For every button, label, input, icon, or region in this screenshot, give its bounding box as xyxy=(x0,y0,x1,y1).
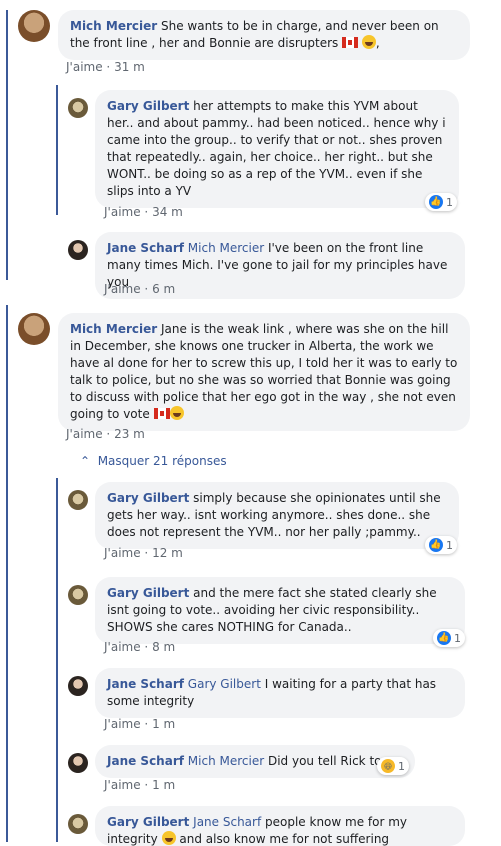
author-name[interactable]: Mich Mercier xyxy=(70,322,157,336)
reply-line xyxy=(56,85,58,215)
timestamp[interactable]: 1 m xyxy=(152,778,175,792)
comment-meta: J'aime · 31 m xyxy=(66,60,145,74)
like-button[interactable]: J'aime xyxy=(104,282,141,296)
comment-bubble: Jane Scharf Mich Mercier Did you tell Ri… xyxy=(95,745,415,778)
comment-meta: J'aime · 8 m xyxy=(104,640,176,654)
laugh-reaction-icon: 😆 xyxy=(381,759,395,773)
author-name[interactable]: Jane Scharf xyxy=(107,241,184,255)
like-button[interactable]: J'aime xyxy=(104,640,141,654)
comment-meta: J'aime · 12 m xyxy=(104,546,183,560)
like-button[interactable]: J'aime xyxy=(66,60,103,74)
reaction-count[interactable]: 😆 1 xyxy=(377,757,409,775)
comment-meta: J'aime · 1 m xyxy=(104,717,176,731)
author-name[interactable]: Gary Gilbert xyxy=(107,586,189,600)
avatar[interactable] xyxy=(68,753,88,773)
comment-text: Did you tell Rick to. xyxy=(264,754,386,768)
like-button[interactable]: J'aime xyxy=(66,427,103,441)
avatar[interactable] xyxy=(18,10,50,42)
like-button[interactable]: J'aime xyxy=(104,546,141,560)
avatar[interactable] xyxy=(68,814,88,834)
author-name[interactable]: Jane Scharf xyxy=(107,754,184,768)
like-button[interactable]: J'aime xyxy=(104,717,141,731)
comment-meta: J'aime · 1 m xyxy=(104,778,176,792)
comment-meta: J'aime · 23 m xyxy=(66,427,145,441)
thread-line xyxy=(6,305,8,842)
chevron-up-icon: ⌃ xyxy=(80,454,91,468)
avatar[interactable] xyxy=(68,490,88,510)
comment-text-end: , xyxy=(375,36,380,50)
avatar[interactable] xyxy=(18,313,50,345)
thumbs-up-icon: 👍 xyxy=(429,195,443,209)
hide-replies-link[interactable]: ⌃ Masquer 21 réponses xyxy=(80,454,227,468)
canada-flag-icon xyxy=(153,408,170,419)
avatar[interactable] xyxy=(68,585,88,605)
grin-emoji-icon xyxy=(169,406,184,420)
comment-bubble: Mich Mercier Jane is the weak link , whe… xyxy=(58,313,470,431)
timestamp[interactable]: 6 m xyxy=(152,282,175,296)
author-name[interactable]: Mich Mercier xyxy=(70,19,157,33)
like-button[interactable]: J'aime xyxy=(104,205,141,219)
mention-link[interactable]: Mich Mercier xyxy=(188,754,264,768)
author-name[interactable]: Gary Gilbert xyxy=(107,491,189,505)
timestamp[interactable]: 12 m xyxy=(152,546,183,560)
thumbs-up-icon: 👍 xyxy=(437,631,451,645)
avatar[interactable] xyxy=(68,676,88,696)
mention-link[interactable]: Gary Gilbert xyxy=(188,677,261,691)
thumbs-up-icon: 👍 xyxy=(429,538,443,552)
mention-link[interactable]: Mich Mercier xyxy=(188,241,264,255)
timestamp[interactable]: 31 m xyxy=(114,60,145,74)
timestamp[interactable]: 23 m xyxy=(114,427,145,441)
smile-emoji-icon xyxy=(161,831,176,845)
comment-text: her attempts to make this YVM about her.… xyxy=(107,99,446,198)
timestamp[interactable]: 8 m xyxy=(152,640,175,654)
like-button[interactable]: J'aime xyxy=(104,778,141,792)
comment-text: Jane is the weak link , where was she on… xyxy=(70,322,458,421)
comment-bubble: Mich Mercier She wants to be in charge, … xyxy=(58,10,470,60)
author-name[interactable]: Jane Scharf xyxy=(107,677,184,691)
comment-bubble: Gary Gilbert simply because she opiniona… xyxy=(95,482,459,549)
grin-emoji-icon xyxy=(361,35,376,49)
avatar[interactable] xyxy=(68,98,88,118)
mention-link[interactable]: Jane Scharf xyxy=(193,815,261,829)
canada-flag-icon xyxy=(342,37,359,48)
reaction-count[interactable]: 👍 1 xyxy=(433,629,465,647)
comment-bubble: Jane Scharf Gary Gilbert I waiting for a… xyxy=(95,668,465,718)
reply-line xyxy=(56,478,58,842)
avatar[interactable] xyxy=(68,240,88,260)
author-name[interactable]: Gary Gilbert xyxy=(107,99,189,113)
reaction-count[interactable]: 👍 1 xyxy=(425,193,457,211)
timestamp[interactable]: 34 m xyxy=(152,205,183,219)
comment-bubble: Gary Gilbert her attempts to make this Y… xyxy=(95,90,459,208)
timestamp[interactable]: 1 m xyxy=(152,717,175,731)
comment-bubble: Gary Gilbert and the mere fact she state… xyxy=(95,577,465,644)
comment-bubble: Gary Gilbert Jane Scharf people know me … xyxy=(95,806,465,846)
thread-line xyxy=(6,10,8,280)
reaction-count[interactable]: 👍 1 xyxy=(425,536,457,554)
comment-meta: J'aime · 6 m xyxy=(104,282,176,296)
author-name[interactable]: Gary Gilbert xyxy=(107,815,189,829)
comment-meta: J'aime · 34 m xyxy=(104,205,183,219)
